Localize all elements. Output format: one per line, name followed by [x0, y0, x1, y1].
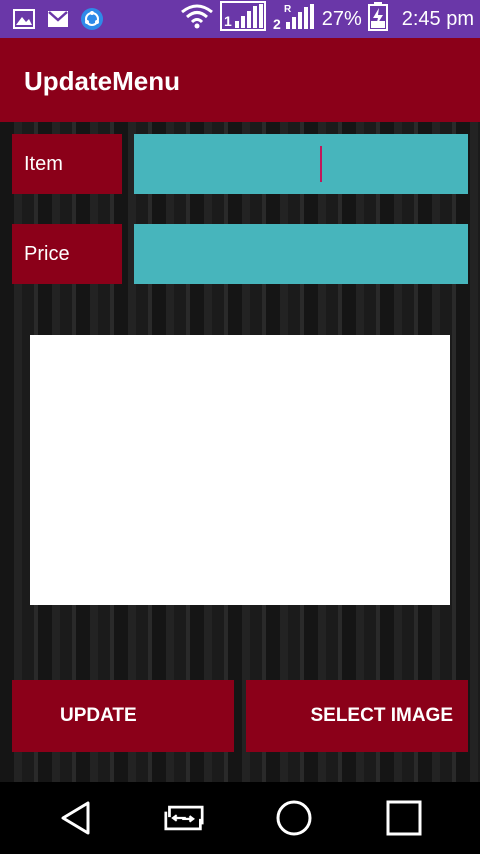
price-input[interactable] [134, 224, 468, 284]
recents-icon[interactable] [384, 798, 424, 838]
battery-percent: 27% [321, 7, 362, 30]
content-area: Item Price UPDATE SELECT IMAGE [0, 122, 480, 782]
price-label: Price [12, 224, 122, 284]
signal-sim2-icon: R 2 [272, 1, 316, 37]
gallery-icon [12, 7, 36, 31]
svg-text:1: 1 [224, 13, 232, 29]
shareit-icon [80, 7, 104, 31]
select-image-button[interactable]: SELECT IMAGE [246, 680, 468, 752]
image-preview [30, 335, 450, 605]
text-cursor [320, 146, 322, 182]
signal-sim1-icon: 1 [219, 1, 266, 37]
clock: 2:45 pm [401, 7, 474, 30]
svg-text:R: R [284, 4, 292, 15]
update-button[interactable]: UPDATE [12, 680, 234, 752]
battery-icon [367, 1, 388, 37]
gmail-icon [46, 7, 70, 31]
wifi-icon [180, 3, 214, 35]
app-bar: UpdateMenu [0, 38, 480, 122]
item-label: Item [12, 134, 122, 194]
home-icon[interactable] [274, 798, 314, 838]
app-title: UpdateMenu [24, 66, 180, 96]
switch-sim-icon[interactable] [164, 798, 204, 838]
back-icon[interactable] [56, 798, 96, 838]
navigation-bar [0, 782, 480, 854]
item-input[interactable] [134, 134, 468, 194]
status-bar: 1 R 2 27% 2:45 pm [0, 0, 480, 38]
svg-text:2: 2 [273, 16, 281, 31]
